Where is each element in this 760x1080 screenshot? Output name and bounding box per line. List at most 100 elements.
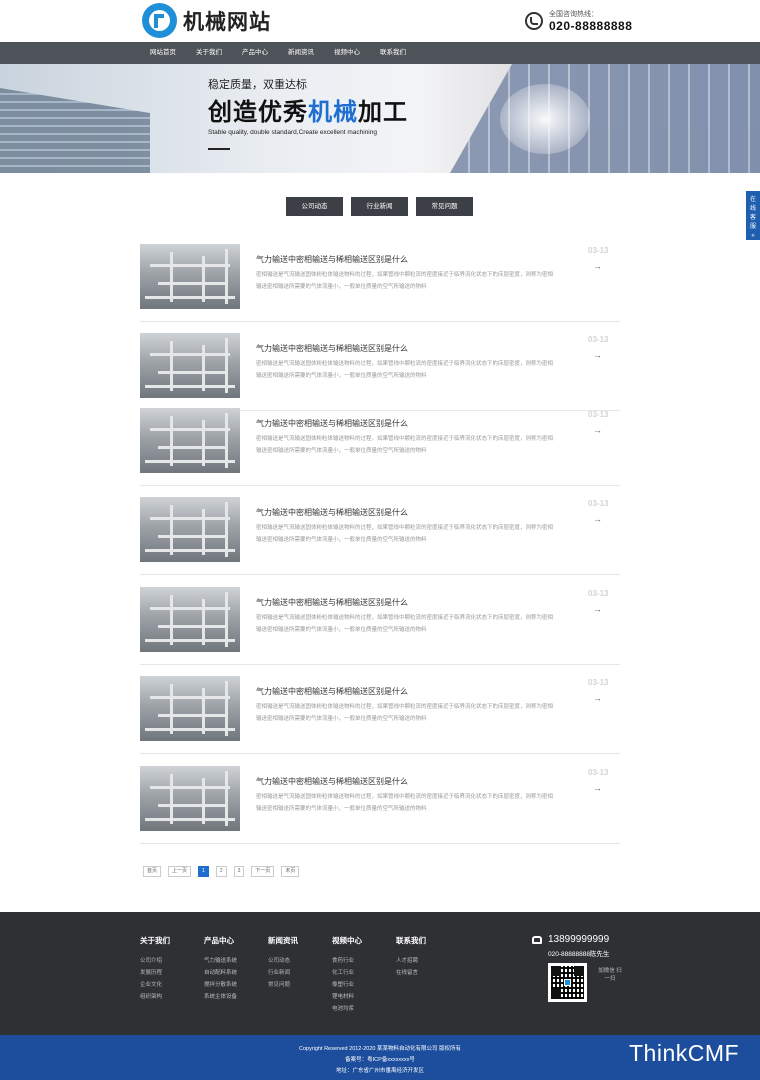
qr-caption: 加微信 扫一扫 bbox=[598, 968, 622, 982]
nav-item-home[interactable]: 网站首页 bbox=[140, 42, 186, 64]
footer-link[interactable]: 人才招聘 bbox=[396, 955, 426, 967]
news-divider bbox=[140, 843, 620, 844]
page-prev[interactable]: 上一页 bbox=[168, 866, 192, 877]
footer-col-products: 产品中心 气力输送系统 自动配料系统 搅拌分散系统 系统主体设备 bbox=[204, 935, 237, 1003]
building-image-right bbox=[450, 64, 760, 173]
news-title[interactable]: 气力输送中密相输送与稀相输送区别是什么 bbox=[256, 597, 408, 608]
hero-banner: 稳定质量，双重达标 创造优秀机械加工 Stable quality, doubl… bbox=[0, 64, 760, 173]
online-service-label: 在线客服 bbox=[749, 197, 756, 230]
telephone-icon bbox=[532, 935, 542, 944]
news-divider bbox=[140, 664, 620, 665]
footer-col-contact: 联系我们 人才招聘 在线留言 bbox=[396, 935, 426, 979]
footer-link[interactable]: 企业文化 bbox=[140, 979, 170, 991]
news-item[interactable]: 气力输送中密相输送与稀相输送区别是什么密相输送是气流输送固体粉粒体输送物料的过程… bbox=[140, 408, 620, 488]
footer-col-videos: 视频中心 食药行业 化工行业 橡塑行业 锂电材料 电池均浆 bbox=[332, 935, 362, 1015]
news-description: 密相输送是气流输送固体粉粒体输送物料的过程，如果管线中颗粒流的密度接近于临界流化… bbox=[256, 525, 554, 543]
news-item[interactable]: 气力输送中密相输送与稀相输送区别是什么密相输送是气流输送固体粉粒体输送物料的过程… bbox=[140, 244, 620, 324]
footer-link[interactable]: 电池均浆 bbox=[332, 1003, 362, 1015]
news-item[interactable]: 气力输送中密相输送与稀相输送区别是什么密相输送是气流输送固体粉粒体输送物料的过程… bbox=[140, 497, 620, 577]
news-description: 密相输送是气流输送固体粉粒体输送物料的过程，如果管线中颗粒流的密度接近于临界流化… bbox=[256, 704, 554, 722]
footer-link[interactable]: 系统主体设备 bbox=[204, 991, 237, 1003]
page-1[interactable]: 1 bbox=[198, 866, 209, 877]
news-item[interactable]: 气力输送中密相输送与稀相输送区别是什么密相输送是气流输送固体粉粒体输送物料的过程… bbox=[140, 587, 620, 667]
footer-link[interactable]: 橡塑行业 bbox=[332, 979, 362, 991]
footer-link[interactable]: 食药行业 bbox=[332, 955, 362, 967]
news-title[interactable]: 气力输送中密相输送与稀相输送区别是什么 bbox=[256, 686, 408, 697]
footer-link[interactable]: 发展历程 bbox=[140, 967, 170, 979]
banner-title: 创造优秀机械加工 bbox=[208, 99, 408, 126]
arrow-right-icon[interactable]: → bbox=[593, 514, 602, 524]
news-date: 03-13 bbox=[588, 589, 609, 598]
site-header: 机械网站 全国咨询热线： 020-88888888 bbox=[0, 0, 760, 42]
footer-col-news: 新闻资讯 公司动态 行业新闻 常见问题 bbox=[268, 935, 298, 991]
double-left-arrow-icon: « bbox=[751, 233, 755, 239]
hotline-label: 全国咨询热线： bbox=[549, 11, 598, 18]
news-thumbnail[interactable] bbox=[140, 676, 240, 741]
footer-link[interactable]: 公司动态 bbox=[268, 955, 298, 967]
footer-contact: 020-88888888陈先生 bbox=[548, 951, 610, 958]
nav-item-news[interactable]: 新闻资讯 bbox=[278, 42, 324, 64]
news-description: 密相输送是气流输送固体粉粒体输送物料的过程，如果管线中颗粒流的密度接近于临界流化… bbox=[256, 361, 554, 379]
news-title[interactable]: 气力输送中密相输送与稀相输送区别是什么 bbox=[256, 254, 408, 265]
footer-link[interactable]: 气力输送系统 bbox=[204, 955, 237, 967]
page-3[interactable]: 3 bbox=[233, 866, 245, 877]
footer-link[interactable]: 在线留言 bbox=[396, 967, 426, 979]
news-title[interactable]: 气力输送中密相输送与稀相输送区别是什么 bbox=[256, 776, 408, 787]
footer-link[interactable]: 搅拌分散系统 bbox=[204, 979, 237, 991]
hotline: 全国咨询热线： 020-88888888 bbox=[525, 9, 632, 33]
site-footer: 关于我们 公司介绍 发展历程 企业文化 组织架构 产品中心 气力输送系统 自动配… bbox=[0, 912, 760, 1035]
footer-link[interactable]: 行业新闻 bbox=[268, 967, 298, 979]
footer-link[interactable]: 自动配料系统 bbox=[204, 967, 237, 979]
arrow-right-icon[interactable]: → bbox=[593, 425, 602, 435]
footer-col-title: 联系我们 bbox=[396, 936, 426, 945]
arrow-right-icon[interactable]: → bbox=[593, 261, 602, 271]
news-thumbnail[interactable] bbox=[140, 244, 240, 309]
news-description: 密相输送是气流输送固体粉粒体输送物料的过程，如果管线中颗粒流的密度接近于临界流化… bbox=[256, 615, 554, 633]
news-thumbnail[interactable] bbox=[140, 333, 240, 398]
page-last[interactable]: 末页 bbox=[281, 866, 300, 877]
page-2[interactable]: 2 bbox=[215, 866, 227, 877]
news-title[interactable]: 气力输送中密相输送与稀相输送区别是什么 bbox=[256, 418, 408, 429]
footer-col-title: 视频中心 bbox=[332, 936, 362, 945]
page-next[interactable]: 下一页 bbox=[251, 866, 275, 877]
news-description: 密相输送是气流输送固体粉粒体输送物料的过程，如果管线中颗粒流的密度接近于临界流化… bbox=[256, 272, 554, 290]
nav-item-contact[interactable]: 联系我们 bbox=[370, 42, 416, 64]
news-divider bbox=[140, 321, 620, 322]
footer-link[interactable]: 化工行业 bbox=[332, 967, 362, 979]
footer-link[interactable]: 常见问题 bbox=[268, 979, 298, 991]
nav-item-products[interactable]: 产品中心 bbox=[232, 42, 278, 64]
nav-item-videos[interactable]: 视频中心 bbox=[324, 42, 370, 64]
news-thumbnail[interactable] bbox=[140, 587, 240, 652]
tab-faq[interactable]: 常见问题 bbox=[416, 197, 473, 216]
footer-link[interactable]: 锂电材料 bbox=[332, 991, 362, 1003]
arrow-right-icon[interactable]: → bbox=[593, 604, 602, 614]
news-description: 密相输送是气流输送固体粉粒体输送物料的过程，如果管线中颗粒流的密度接近于临界流化… bbox=[256, 436, 554, 454]
news-item[interactable]: 气力输送中密相输送与稀相输送区别是什么密相输送是气流输送固体粉粒体输送物料的过程… bbox=[140, 676, 620, 756]
news-thumbnail[interactable] bbox=[140, 497, 240, 562]
news-title[interactable]: 气力输送中密相输送与稀相输送区别是什么 bbox=[256, 507, 408, 518]
site-logo[interactable]: 机械网站 bbox=[142, 3, 271, 38]
arrow-right-icon[interactable]: → bbox=[593, 693, 602, 703]
banner-english: Stable quality, double standard,Create e… bbox=[208, 129, 377, 136]
footer-link[interactable]: 组织架构 bbox=[140, 991, 170, 1003]
news-thumbnail[interactable] bbox=[140, 766, 240, 831]
news-thumbnail[interactable] bbox=[140, 408, 240, 473]
news-title[interactable]: 气力输送中密相输送与稀相输送区别是什么 bbox=[256, 343, 408, 354]
news-divider bbox=[140, 485, 620, 486]
news-date: 03-13 bbox=[588, 768, 609, 777]
footer-phone: 13899999999 bbox=[532, 934, 609, 945]
page-first[interactable]: 首页 bbox=[143, 866, 162, 877]
news-item[interactable]: 气力输送中密相输送与稀相输送区别是什么密相输送是气流输送固体粉粒体输送物料的过程… bbox=[140, 333, 620, 413]
pagination: 首页 上一页 1 2 3 下一页 末页 bbox=[143, 866, 306, 877]
footer-link[interactable]: 公司介绍 bbox=[140, 955, 170, 967]
news-date: 03-13 bbox=[588, 678, 609, 687]
tab-company-news[interactable]: 公司动态 bbox=[286, 197, 343, 216]
arrow-right-icon[interactable]: → bbox=[593, 350, 602, 360]
nav-item-about[interactable]: 关于我们 bbox=[186, 42, 232, 64]
news-divider bbox=[140, 574, 620, 575]
arrow-right-icon[interactable]: → bbox=[593, 783, 602, 793]
news-date: 03-13 bbox=[588, 246, 609, 255]
online-service-float[interactable]: 在线客服 « bbox=[746, 191, 760, 240]
tab-industry-news[interactable]: 行业新闻 bbox=[351, 197, 408, 216]
news-item[interactable]: 气力输送中密相输送与稀相输送区别是什么 密相输送是气流输送固体粉粒体输送物料的过程… bbox=[140, 766, 620, 846]
